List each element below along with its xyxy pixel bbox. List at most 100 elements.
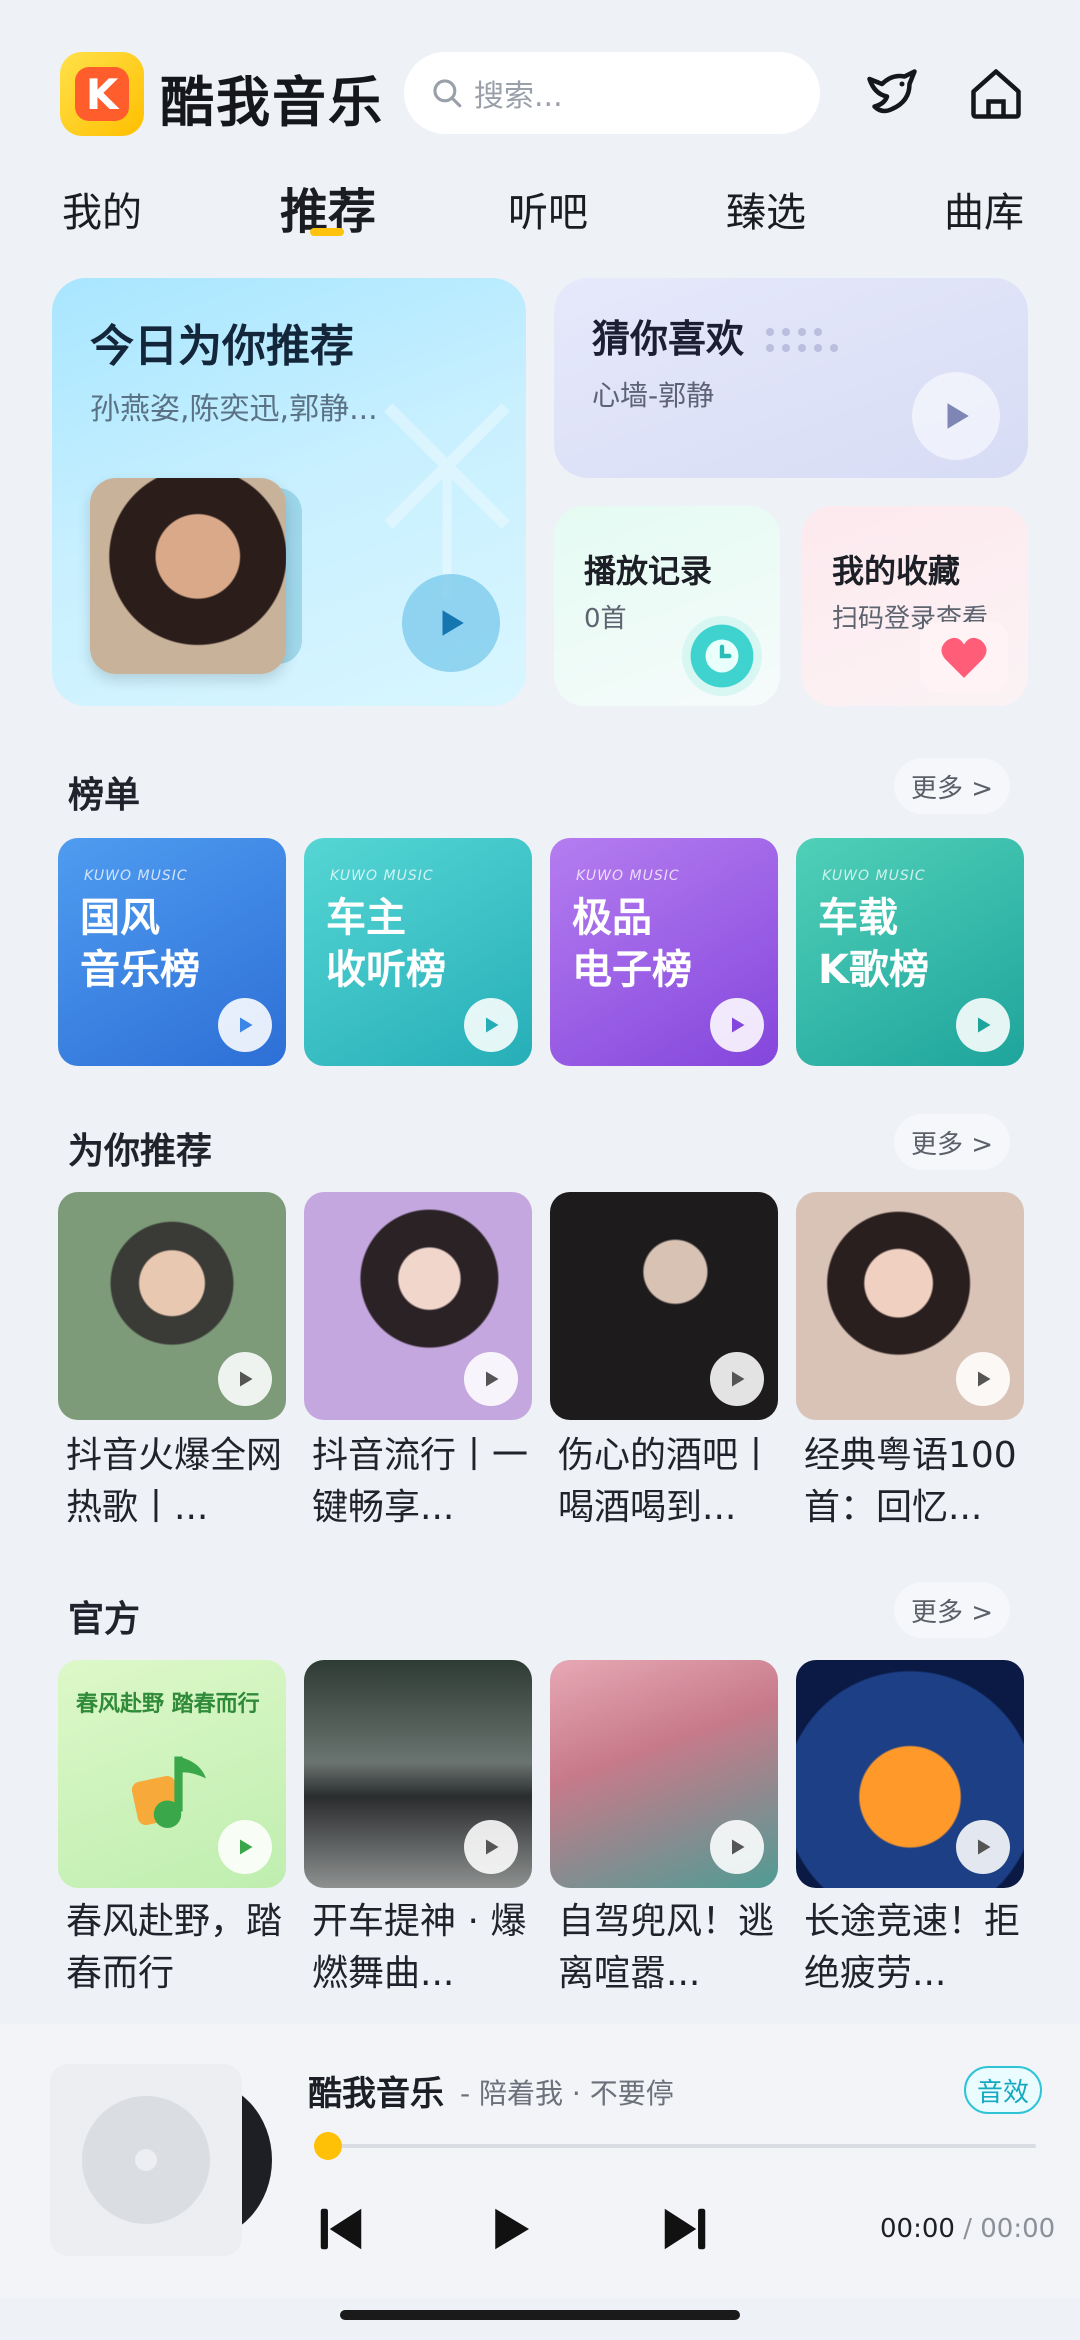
playlist-cover[interactable] bbox=[304, 1192, 532, 1420]
favorites-card[interactable]: 我的收藏 扫码登录查看 bbox=[802, 506, 1028, 706]
tile-play-button[interactable] bbox=[956, 998, 1010, 1052]
current-time: 00:00 bbox=[880, 2214, 955, 2244]
home-icon[interactable] bbox=[966, 64, 1026, 124]
guess-you-like-card[interactable]: 猜你喜欢 心墙-郭静 bbox=[554, 278, 1028, 478]
tile-play-button[interactable] bbox=[218, 1820, 272, 1874]
tile-play-button[interactable] bbox=[956, 1820, 1010, 1874]
play-icon bbox=[732, 1371, 745, 1387]
tab-library[interactable]: 曲库 bbox=[944, 180, 1024, 238]
tile-play-button[interactable] bbox=[464, 1820, 518, 1874]
clock-icon bbox=[682, 616, 762, 696]
bird-icon[interactable] bbox=[862, 64, 922, 124]
active-tab-indicator bbox=[310, 228, 344, 236]
cover-banner: 春风赴野 踏春而行 bbox=[76, 1692, 260, 1717]
today-recommend-card[interactable]: 今日为你推荐 孙燕姿,陈奕迅,郭静... bbox=[52, 278, 526, 706]
play-icon bbox=[240, 1017, 253, 1033]
tile-play-button[interactable] bbox=[218, 998, 272, 1052]
official-more-button[interactable]: 更多 > bbox=[894, 1582, 1010, 1638]
playlist-cover[interactable] bbox=[796, 1660, 1024, 1888]
history-title: 播放记录 bbox=[584, 552, 713, 590]
play-history-card[interactable]: 播放记录 0首 bbox=[554, 506, 780, 706]
chart-tile[interactable]: KUWO MUSIC 国风 音乐榜 bbox=[58, 838, 286, 1066]
guess-song: 心墙-郭静 bbox=[592, 379, 715, 412]
playlist-caption[interactable]: 经典粤语100首：回忆... bbox=[804, 1430, 1040, 1534]
chart-tile[interactable]: KUWO MUSIC 车主 收听榜 bbox=[304, 838, 532, 1066]
windmill-decoration bbox=[384, 403, 510, 598]
top-bar: K 酷我音乐 搜索... bbox=[0, 0, 1080, 160]
chart-name: 车主 收听榜 bbox=[326, 895, 446, 993]
today-cover-image bbox=[90, 478, 286, 674]
playlist-caption[interactable]: 抖音流行丨一键畅享... bbox=[312, 1430, 548, 1534]
search-icon bbox=[433, 79, 462, 108]
player-subtitle: - 陪着我 · 不要停 bbox=[460, 2077, 674, 2110]
chart-name: 极品 电子榜 bbox=[572, 895, 692, 993]
playlist-caption[interactable]: 开车提神 · 爆燃舞曲... bbox=[312, 1896, 548, 2000]
player-title: 酷我音乐 bbox=[308, 2074, 444, 2114]
logo-letter: K bbox=[75, 67, 129, 121]
play-icon bbox=[486, 1371, 499, 1387]
playlist-cover[interactable]: 春风赴野 踏春而行 bbox=[58, 1660, 286, 1888]
tile-play-button[interactable] bbox=[710, 998, 764, 1052]
playlist-cover[interactable] bbox=[550, 1660, 778, 1888]
tile-play-button[interactable] bbox=[956, 1352, 1010, 1406]
mini-player[interactable]: 酷我音乐 - 陪着我 · 不要停 音效 00:00 / 00:00 bbox=[0, 2024, 1080, 2298]
playlist-cover[interactable] bbox=[550, 1192, 778, 1420]
official-section-title: 官方 bbox=[68, 1599, 141, 1640]
home-indicator[interactable] bbox=[340, 2310, 740, 2320]
today-play-button[interactable] bbox=[402, 574, 500, 672]
tile-tag: KUWO MUSIC bbox=[330, 868, 434, 884]
playlist-caption[interactable]: 自驾兜风！逃离喧嚣... bbox=[558, 1896, 794, 2000]
next-icon bbox=[664, 2208, 706, 2250]
play-icon bbox=[495, 2208, 529, 2250]
charts-more-button[interactable]: 更多 > bbox=[894, 758, 1010, 814]
tile-play-button[interactable] bbox=[464, 1352, 518, 1406]
play-icon bbox=[978, 1017, 991, 1033]
app-logo: K bbox=[60, 52, 144, 136]
prev-button[interactable] bbox=[314, 2202, 368, 2256]
playlist-cover[interactable] bbox=[58, 1192, 286, 1420]
tile-play-button[interactable] bbox=[710, 1352, 764, 1406]
heart-icon bbox=[920, 622, 1008, 692]
play-icon bbox=[486, 1017, 499, 1033]
sound-effect-button[interactable]: 音效 bbox=[964, 2066, 1042, 2114]
tab-listen[interactable]: 听吧 bbox=[508, 180, 588, 238]
tile-play-button[interactable] bbox=[710, 1820, 764, 1874]
chart-name: 车载 K歌榜 bbox=[818, 895, 929, 993]
playlist-cover[interactable] bbox=[304, 1660, 532, 1888]
tab-select[interactable]: 臻选 bbox=[726, 180, 806, 238]
playlist-cover[interactable] bbox=[796, 1192, 1024, 1420]
play-icon bbox=[240, 1371, 253, 1387]
play-icon bbox=[978, 1839, 991, 1855]
sound-dots-icon bbox=[766, 328, 838, 352]
guess-title: 猜你喜欢 bbox=[592, 317, 745, 361]
history-count: 0首 bbox=[584, 604, 627, 634]
tile-tag: KUWO MUSIC bbox=[84, 868, 188, 884]
chart-tile[interactable]: KUWO MUSIC 车载 K歌榜 bbox=[796, 838, 1024, 1066]
play-button[interactable] bbox=[484, 2202, 538, 2256]
disc-hole bbox=[135, 2149, 157, 2171]
charts-section-title: 榜单 bbox=[68, 775, 141, 816]
playlist-caption[interactable]: 抖音火爆全网热歌丨... bbox=[66, 1430, 302, 1534]
recommend-more-button[interactable]: 更多 > bbox=[894, 1114, 1010, 1170]
progress-knob[interactable] bbox=[314, 2132, 342, 2160]
time-readout: 00:00 / 00:00 bbox=[880, 2214, 1055, 2244]
play-icon bbox=[732, 1017, 745, 1033]
chart-tile[interactable]: KUWO MUSIC 极品 电子榜 bbox=[550, 838, 778, 1066]
play-icon bbox=[732, 1839, 745, 1855]
tile-play-button[interactable] bbox=[218, 1352, 272, 1406]
tile-tag: KUWO MUSIC bbox=[576, 868, 680, 884]
tile-play-button[interactable] bbox=[464, 998, 518, 1052]
next-button[interactable] bbox=[658, 2202, 712, 2256]
search-bar[interactable]: 搜索... bbox=[404, 52, 820, 134]
guess-play-button[interactable] bbox=[912, 372, 1000, 460]
playlist-caption[interactable]: 伤心的酒吧丨喝酒喝到... bbox=[558, 1430, 794, 1534]
playlist-caption[interactable]: 春风赴野，踏春而行 bbox=[66, 1896, 302, 2000]
recommend-section-title: 为你推荐 bbox=[68, 1131, 213, 1172]
playlist-caption[interactable]: 长途竞速！拒绝疲劳... bbox=[804, 1896, 1040, 2000]
tab-mine[interactable]: 我的 bbox=[62, 180, 142, 238]
search-placeholder: 搜索... bbox=[474, 79, 563, 114]
disc-placeholder-icon bbox=[82, 2096, 210, 2224]
time-separator: / bbox=[963, 2214, 972, 2244]
progress-bar[interactable] bbox=[318, 2144, 1036, 2148]
prev-icon bbox=[320, 2208, 362, 2250]
